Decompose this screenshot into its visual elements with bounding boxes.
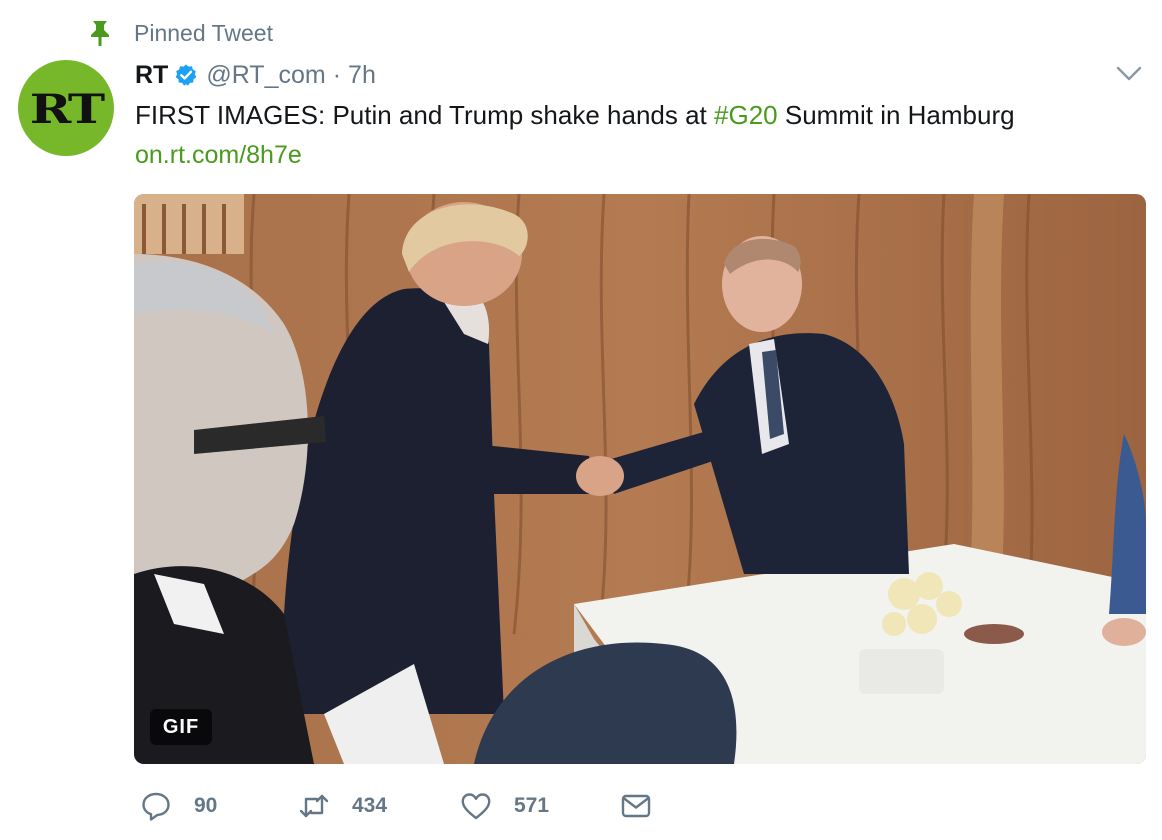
heart-icon [461,793,491,820]
gif-badge: GIF [150,709,212,745]
tweet-text-part-1: FIRST IMAGES: Putin and Trump shake hand… [135,100,715,130]
pinned-label: Pinned Tweet [134,20,273,46]
hashtag-link[interactable]: #G20 [714,100,778,130]
like-button[interactable]: 571 [460,786,549,826]
gif-frame-image [134,194,1146,764]
like-count: 571 [514,794,550,817]
avatar-logo: RT [29,85,105,133]
pinned-indicator: Pinned Tweet [88,18,273,48]
direct-message-button[interactable] [620,786,652,826]
pin-icon [91,21,109,46]
reply-button[interactable]: 90 [140,786,217,826]
retweet-button[interactable]: 434 [298,786,387,826]
tweet-header: RT @RT_com · 7h [135,58,376,92]
retweet-icon [299,794,329,818]
display-name[interactable]: RT [135,61,168,90]
timestamp[interactable]: 7h [348,61,376,90]
tweet-url-link[interactable]: on.rt.com/8h7e [135,139,302,171]
envelope-icon [621,794,651,818]
reply-count: 90 [194,794,218,817]
tweet-text: FIRST IMAGES: Putin and Trump shake hand… [135,98,1015,132]
tweet-text-part-2: Summit in Hamburg [777,100,1015,130]
verified-badge-icon [176,64,197,86]
handle[interactable]: @RT_com [206,61,325,90]
header-separator: · [332,60,342,89]
reply-icon [142,792,170,821]
avatar[interactable]: RT [18,60,114,156]
chevron-down-icon[interactable] [1116,64,1142,84]
retweet-count: 434 [352,794,388,817]
gif-media[interactable]: GIF [134,194,1146,764]
